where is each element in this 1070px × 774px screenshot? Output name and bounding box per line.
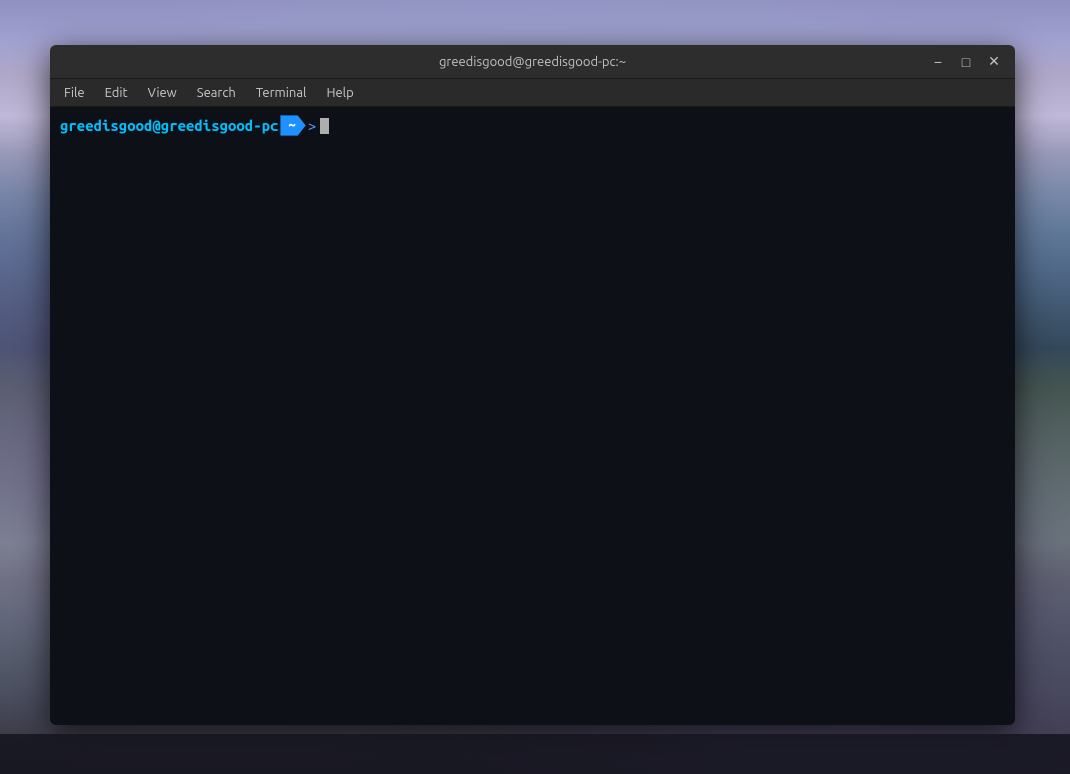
window-controls: − □ ✕ [925,49,1007,75]
minimize-button[interactable]: − [925,49,951,75]
title-bar: greedisgood@greedisgood-pc:~ − □ ✕ [50,45,1015,79]
menu-help[interactable]: Help [316,82,363,104]
maximize-button[interactable]: □ [953,49,979,75]
menu-view[interactable]: View [138,82,187,104]
window-title: greedisgood@greedisgood-pc:~ [439,55,626,69]
terminal-window: greedisgood@greedisgood-pc:~ − □ ✕ File … [50,45,1015,725]
terminal-cursor [320,118,329,134]
menu-edit[interactable]: Edit [95,82,138,104]
terminal-body[interactable]: greedisgood@greedisgood-pc ~ > [50,107,1015,725]
menu-search[interactable]: Search [187,82,246,104]
minimize-icon: − [934,54,942,70]
prompt-line: greedisgood@greedisgood-pc ~ > [60,115,1005,136]
prompt-arrow-icon: > [308,115,316,136]
close-icon: ✕ [988,53,1000,70]
tilde-label: ~ [288,118,295,132]
menu-bar: File Edit View Search Terminal Help [50,79,1015,107]
menu-terminal[interactable]: Terminal [246,82,317,104]
prompt-user-host: greedisgood@greedisgood-pc [60,115,278,136]
maximize-icon: □ [962,54,970,70]
menu-file[interactable]: File [54,82,95,104]
close-button[interactable]: ✕ [981,49,1007,75]
taskbar [0,734,1070,774]
prompt-tilde-badge: ~ [280,115,305,135]
